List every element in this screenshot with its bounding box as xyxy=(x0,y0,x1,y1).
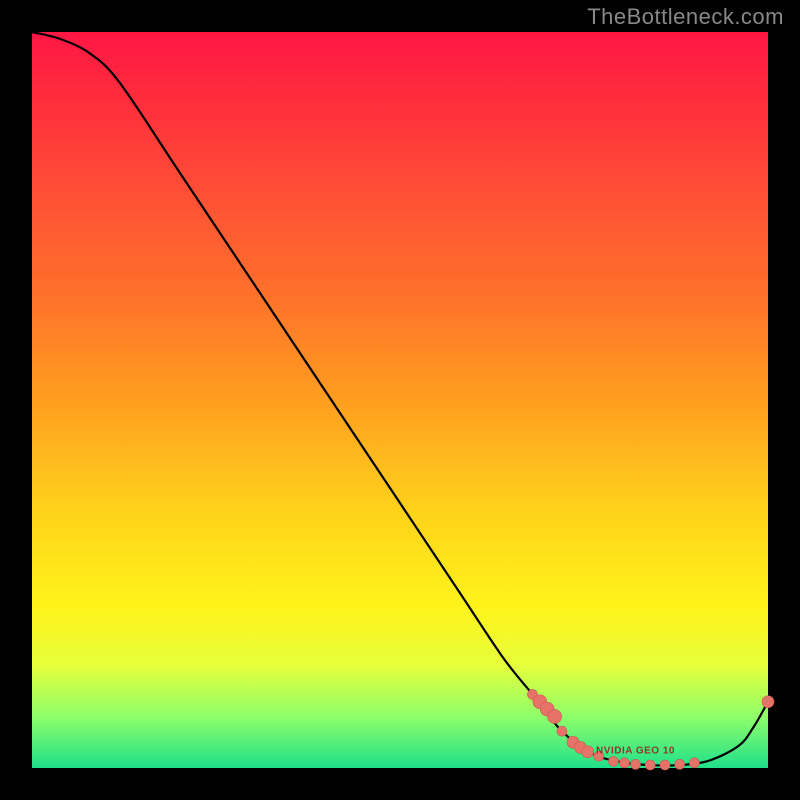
inline-annotation: NVIDIA GEO 10 xyxy=(596,745,675,756)
chart-svg: NVIDIA GEO 10 xyxy=(32,32,768,768)
curve-marker xyxy=(762,696,774,708)
curve-marker xyxy=(631,759,641,769)
curve-marker xyxy=(548,709,562,723)
curve-marker xyxy=(660,760,670,770)
curve-marker xyxy=(557,726,567,736)
chart-frame: TheBottleneck.com NVIDIA GEO 10 xyxy=(0,0,800,800)
curve-marker xyxy=(608,756,618,766)
curve-marker xyxy=(675,759,685,769)
curve-marker xyxy=(582,746,594,758)
curve-marker xyxy=(689,758,699,768)
bottleneck-curve xyxy=(32,32,768,766)
curve-marker xyxy=(619,758,629,768)
watermark-text: TheBottleneck.com xyxy=(587,4,784,30)
curve-markers xyxy=(527,689,774,770)
curve-marker xyxy=(645,760,655,770)
